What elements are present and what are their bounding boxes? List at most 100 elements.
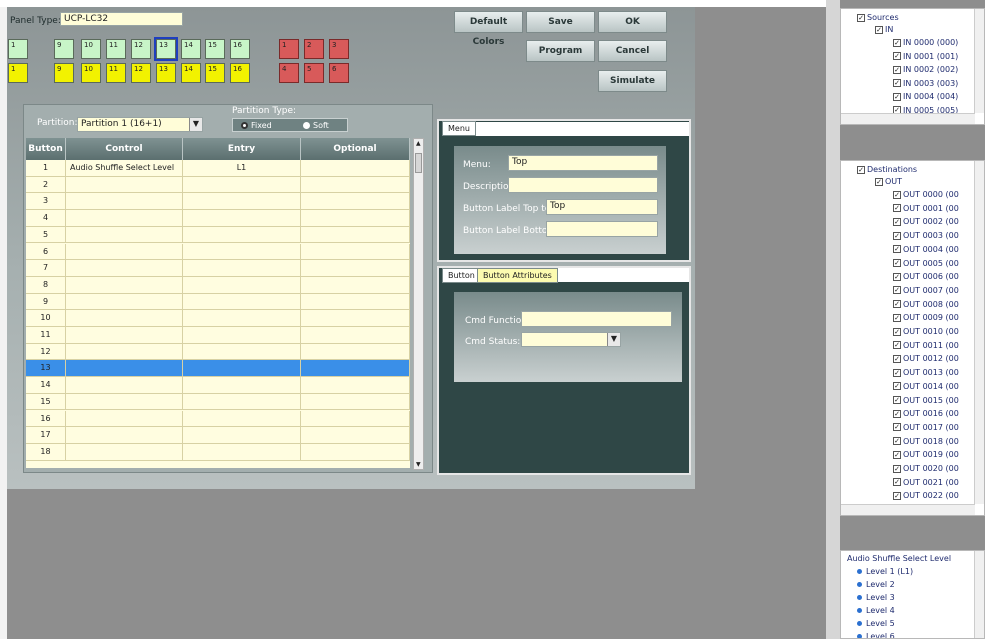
grid-cell-optional[interactable] [301,276,410,293]
cmd-function-input[interactable] [521,311,672,327]
chevron-down-icon[interactable]: ▼ [189,118,202,131]
button-label-bottom-input[interactable] [546,221,658,237]
panel-button-key[interactable]: 13 [154,37,178,61]
grid-cell-control[interactable] [66,210,183,226]
cmd-status-select[interactable]: ▼ [521,332,621,347]
grid-cell-control[interactable] [66,443,183,460]
grid-cell-optional[interactable] [301,327,410,343]
grid-cell-optional[interactable] [301,443,410,460]
grid-cell-optional[interactable] [301,226,410,243]
checkbox-icon[interactable]: ✓ [893,92,901,101]
table-row[interactable]: 7 [26,260,410,277]
checkbox-icon[interactable]: ✓ [893,327,901,336]
table-row[interactable]: 16 [26,410,410,428]
grid-cell-control[interactable] [66,377,183,393]
tree-item[interactable]: ✓ IN 0003 (003) [893,79,958,88]
levels-root[interactable]: Audio Shuffle Select Level [847,554,951,563]
grid-cell-entry[interactable] [183,226,301,243]
checkbox-icon[interactable]: ✓ [893,259,901,267]
grid-cell-entry[interactable] [183,327,301,343]
menu-input[interactable]: Top [508,155,658,171]
checkbox-icon[interactable]: ✓ [893,231,901,240]
panel-button-key[interactable]: 5 [304,63,324,83]
sources-root[interactable]: ✓ Sources [857,13,899,22]
checkbox-icon[interactable]: ✓ [893,79,901,87]
tree-item[interactable]: ✓ OUT 0009 (00 [893,313,959,322]
grid-cell-control[interactable] [66,393,183,410]
checkbox-icon[interactable]: ✓ [893,396,901,404]
checkbox-icon[interactable]: ✓ [893,245,901,254]
panel-button-key[interactable]: 14 [181,63,201,83]
table-row[interactable]: 14 [26,377,410,394]
grid-cell-button[interactable]: 4 [26,210,66,226]
tree-item[interactable]: ✓ OUT 0014 (00 [893,382,959,391]
panel-button-key[interactable]: 16 [230,63,250,83]
checkbox-icon[interactable]: ✓ [893,52,901,60]
tree-item[interactable]: ✓ OUT 0013 (00 [893,368,959,377]
checkbox-icon[interactable]: ✓ [857,165,865,174]
panel-button-key[interactable]: 11 [106,39,126,59]
grid-cell-button[interactable]: 8 [26,276,66,293]
scroll-down-icon[interactable]: ▼ [416,461,421,468]
panel-button-key[interactable]: 15 [205,63,225,83]
panel-type-field[interactable]: UCP-LC32 [60,12,183,26]
checkbox-icon[interactable]: ✓ [875,25,883,34]
tree-item[interactable]: ✓ OUT 0018 (00 [893,437,959,446]
grid-cell-optional[interactable] [301,377,410,393]
panel-button-key[interactable]: 2 [304,39,324,59]
grid-cell-optional[interactable] [301,260,410,276]
destinations-root[interactable]: ✓ Destinations [857,165,917,174]
panel-button-key[interactable]: 1 [279,39,299,59]
table-row[interactable]: 17 [26,427,410,444]
grid-cell-button[interactable]: 17 [26,427,66,443]
grid-cell-button[interactable]: 12 [26,343,66,360]
grid-cell-control[interactable] [66,193,183,210]
radio-fixed[interactable]: Fixed [241,121,272,130]
panel-button-key[interactable]: 12 [131,39,151,59]
tree-item[interactable]: ✓ OUT 0007 (00 [893,286,959,295]
grid-header-button[interactable]: Button [26,138,66,160]
table-row[interactable]: 15 [26,393,410,411]
tree-item[interactable]: ✓ OUT 0019 (00 [893,450,959,459]
panel-button-key[interactable]: 13 [156,63,176,83]
table-row[interactable]: 1 Audio Shuffle Select Level L1 [26,160,410,177]
grid-cell-entry[interactable] [183,343,301,360]
tab-button-attributes[interactable]: Button Attributes [477,268,558,283]
checkbox-icon[interactable]: ✓ [893,368,901,377]
panel-button-key[interactable]: 6 [329,63,349,83]
tree-item[interactable]: ✓ IN 0004 (004) [893,92,958,101]
grid-cell-button[interactable]: 6 [26,243,66,260]
panel-button-key[interactable]: 14 [181,39,201,59]
table-row[interactable]: 8 [26,276,410,294]
grid-header-optional[interactable]: Optional [301,138,410,160]
grid-cell-button[interactable]: 14 [26,377,66,393]
grid-cell-control[interactable] [66,427,183,443]
radio-soft[interactable]: Soft [303,121,329,130]
grid-cell-control[interactable] [66,260,183,276]
cancel-button[interactable]: Cancel [598,40,667,62]
destinations-hscrollbar[interactable] [841,504,975,515]
save-button[interactable]: Save [526,11,595,33]
tree-item[interactable]: ✓ OUT 0015 (00 [893,396,959,405]
tree-item[interactable]: ✓ OUT 0017 (00 [893,423,959,432]
tree-item[interactable]: ✓ OUT 0003 (00 [893,231,959,240]
panel-button-key[interactable]: 10 [81,39,101,59]
grid-cell-entry[interactable] [183,393,301,410]
checkbox-icon[interactable]: ✓ [893,409,901,418]
tree-item[interactable]: Level 5 [857,619,895,628]
grid-cell-control[interactable] [66,410,183,427]
grid-cell-optional[interactable] [301,243,410,260]
table-row[interactable]: 6 [26,243,410,261]
panel-button-key[interactable]: 3 [329,39,349,59]
grid-cell-entry[interactable] [183,410,301,427]
panel-button-key[interactable]: 11 [106,63,126,83]
tree-item[interactable]: ✓ IN 0001 (001) [893,52,958,61]
tree-item[interactable]: ✓ OUT 0012 (00 [893,354,959,363]
tree-item[interactable]: ✓ OUT 0006 (00 [893,272,959,281]
checkbox-icon[interactable]: ✓ [893,300,901,309]
sources-group[interactable]: ✓ IN [875,25,893,34]
panel-button-key[interactable]: 16 [230,39,250,59]
grid-cell-entry[interactable] [183,360,301,377]
checkbox-icon[interactable]: ✓ [893,491,901,500]
grid-cell-entry[interactable] [183,276,301,293]
